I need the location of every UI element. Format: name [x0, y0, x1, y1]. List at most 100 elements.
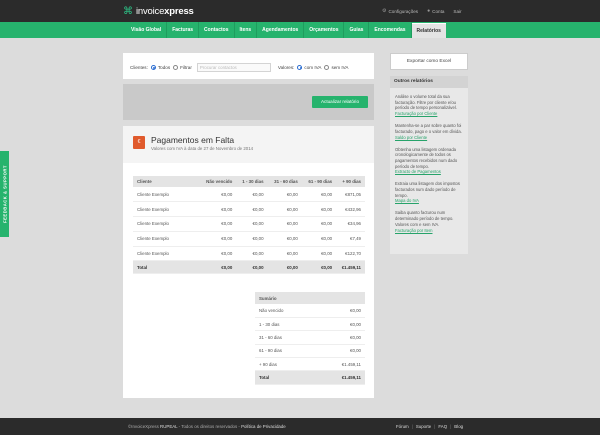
- report-description: Análise o volume total da sua facturação…: [395, 94, 457, 111]
- not-due-cell: €0,00: [199, 246, 237, 262]
- privacy-link[interactable]: Política de Privacidade: [241, 424, 286, 429]
- report-description: Obtenha uma listagem ordenada cronologic…: [395, 146, 458, 169]
- total-90-plus: €1.459,11: [336, 260, 365, 275]
- report-link-payments-statement[interactable]: Extracto de Pagamentos: [395, 169, 463, 175]
- summary-table: Sumário Não vencido €0,00 1 - 30 dias €0…: [255, 292, 365, 386]
- total-label: Total: [133, 260, 199, 275]
- total-not-due: €0,00: [199, 260, 237, 275]
- d31-60-cell: €0,00: [267, 231, 302, 247]
- report-link-billing-by-item[interactable]: Facturação por Item: [395, 228, 463, 234]
- clients-all-radio[interactable]: [150, 65, 156, 70]
- copyright-rest: - Todos os direitos reservados -: [177, 424, 242, 429]
- logout-link[interactable]: Sair: [453, 9, 461, 14]
- summary-header: Sumário: [255, 292, 365, 304]
- nav-estimates[interactable]: Orçamentos: [304, 22, 345, 38]
- values-with-vat-label: com IVA: [304, 65, 322, 70]
- col-61-90: 61 - 90 dias: [301, 176, 337, 187]
- values-with-vat-radio[interactable]: [297, 65, 303, 70]
- copyright-company: RUPEAL: [160, 424, 178, 429]
- col-31-60: 31 - 60 dias: [267, 176, 302, 187]
- logo-mark-icon: ⌘: [123, 5, 133, 17]
- table-row: Cliente Exemplo €0,00 €0,00 €0,00 €0,00 …: [133, 231, 365, 247]
- table-row: Cliente Exemplo €0,00 €0,00 €0,00 €0,00 …: [133, 187, 365, 203]
- actions-panel: Actualizar relatório: [123, 84, 374, 120]
- not-due-cell: €0,00: [199, 201, 237, 218]
- update-report-button[interactable]: Actualizar relatório: [312, 96, 368, 108]
- account-link[interactable]: ● Conta: [427, 8, 444, 14]
- account-label: Conta: [432, 8, 445, 14]
- gear-icon: ⚙: [382, 8, 387, 14]
- clients-filter-label: Filtrar: [180, 65, 192, 70]
- report-description: Extraia uma listagem dos impostos factur…: [395, 181, 460, 198]
- report-description: Mantenha-se a par sobre quanto foi factu…: [395, 123, 462, 134]
- nav-overview[interactable]: Visão Global: [128, 22, 168, 38]
- col-90-plus: + 90 dias: [336, 176, 365, 187]
- footer-link-blog[interactable]: Blog: [451, 424, 466, 429]
- summary-label: 31 - 60 dias: [255, 330, 315, 345]
- export-excel-button[interactable]: Exportar como Excel: [390, 53, 468, 70]
- d1-30-cell: €0,00: [236, 246, 268, 262]
- nav-schedules[interactable]: Agendamentos: [257, 22, 305, 38]
- summary-label: + 90 dias: [255, 357, 315, 372]
- summary-row: 1 - 30 dias €0,00: [255, 317, 365, 332]
- nav-items[interactable]: Itens: [235, 22, 258, 38]
- report-link-vat-map[interactable]: Mapa do IVA: [395, 198, 463, 204]
- clients-filter-radio[interactable]: [173, 65, 179, 70]
- d31-60-cell: €0,00: [267, 216, 302, 232]
- summary-value: €1.459,11: [314, 357, 365, 372]
- summary-row: + 90 dias €1.459,11: [255, 357, 365, 372]
- d31-60-cell: €0,00: [267, 187, 302, 203]
- col-not-due: Não vencido: [199, 176, 237, 187]
- client-search-input[interactable]: Procurar contactos: [196, 63, 271, 72]
- outstanding-table: Cliente Não vencido 1 - 30 dias 31 - 60 …: [133, 176, 365, 275]
- footer-links: Fórum | Suporte | FAQ | Blog: [393, 424, 466, 429]
- table-total-row: Total €0,00 €0,00 €0,00 €0,00 €1.459,11: [133, 260, 365, 275]
- footer-link-support[interactable]: Suporte: [413, 424, 434, 429]
- table-row: Cliente Exemplo €0,00 €0,00 €0,00 €0,00 …: [133, 201, 365, 218]
- footer-link-faq[interactable]: FAQ: [435, 424, 450, 429]
- values-without-vat-label: sem IVA: [331, 65, 349, 70]
- summary-label: Não vencido: [255, 304, 315, 318]
- client-cell: Cliente Exemplo: [133, 216, 199, 232]
- d1-30-cell: €0,00: [236, 201, 268, 218]
- summary-value: €0,00: [314, 317, 365, 332]
- feedback-label: FEEDBACK & SUPPORT: [2, 165, 7, 223]
- d1-30-cell: €0,00: [236, 187, 268, 203]
- summary-total-row: Total €1.459,11: [255, 370, 365, 386]
- nav-reports[interactable]: Relatórios: [411, 23, 446, 38]
- table-row: Cliente Exemplo €0,00 €0,00 €0,00 €0,00 …: [133, 246, 365, 262]
- report-entry: Mantenha-se a par sobre quanto foi factu…: [395, 123, 463, 140]
- main-nav: Visão Global Facturas Contactos Itens Ag…: [0, 22, 600, 38]
- filter-panel: Clientes: Todos Filtrar Procurar contact…: [123, 53, 374, 79]
- logo[interactable]: ⌘ invoice xpress: [123, 6, 194, 17]
- settings-label: Configurações: [388, 8, 419, 14]
- col-1-30: 1 - 30 dias: [236, 176, 268, 187]
- logo-text-bold: xpress: [164, 6, 194, 17]
- not-due-cell: €0,00: [199, 187, 237, 203]
- d1-30-cell: €0,00: [236, 231, 268, 247]
- report-link-balance-by-client[interactable]: Saldo por Cliente: [395, 135, 463, 141]
- report-link-billing-by-client[interactable]: Facturação por Cliente: [395, 111, 463, 117]
- footer: ©InvoiceXpress RUPEAL - Todos os direito…: [0, 418, 600, 435]
- client-cell: Cliente Exemplo: [133, 187, 199, 203]
- not-due-cell: €0,00: [199, 231, 237, 247]
- nav-guides[interactable]: Guias: [344, 22, 370, 38]
- copyright-brand: ©InvoiceXpress: [128, 424, 159, 429]
- summary-value: €0,00: [314, 344, 365, 359]
- nav-orders[interactable]: Encomendas: [369, 22, 412, 38]
- summary-value: €0,00: [314, 330, 365, 345]
- top-bar: ⌘ invoice xpress ⚙ Configurações ● Conta…: [0, 0, 600, 22]
- nav-contacts[interactable]: Contactos: [199, 22, 235, 38]
- summary-row: 61 - 90 dias €0,00: [255, 344, 365, 359]
- d31-60-cell: €0,00: [267, 201, 302, 218]
- account-menu: ⚙ Configurações ● Conta Sair: [382, 8, 462, 14]
- settings-link[interactable]: ⚙ Configurações: [382, 8, 418, 14]
- d90-plus-cell: €122,70: [336, 246, 365, 262]
- table-header-row: Cliente Não vencido 1 - 30 dias 31 - 60 …: [133, 176, 365, 187]
- values-without-vat-radio[interactable]: [324, 65, 330, 70]
- feedback-tab[interactable]: FEEDBACK & SUPPORT: [0, 151, 9, 237]
- d61-90-cell: €0,00: [301, 231, 337, 247]
- footer-link-forum[interactable]: Fórum: [393, 424, 412, 429]
- d90-plus-cell: €7,49: [336, 231, 365, 247]
- nav-invoices[interactable]: Facturas: [167, 22, 200, 38]
